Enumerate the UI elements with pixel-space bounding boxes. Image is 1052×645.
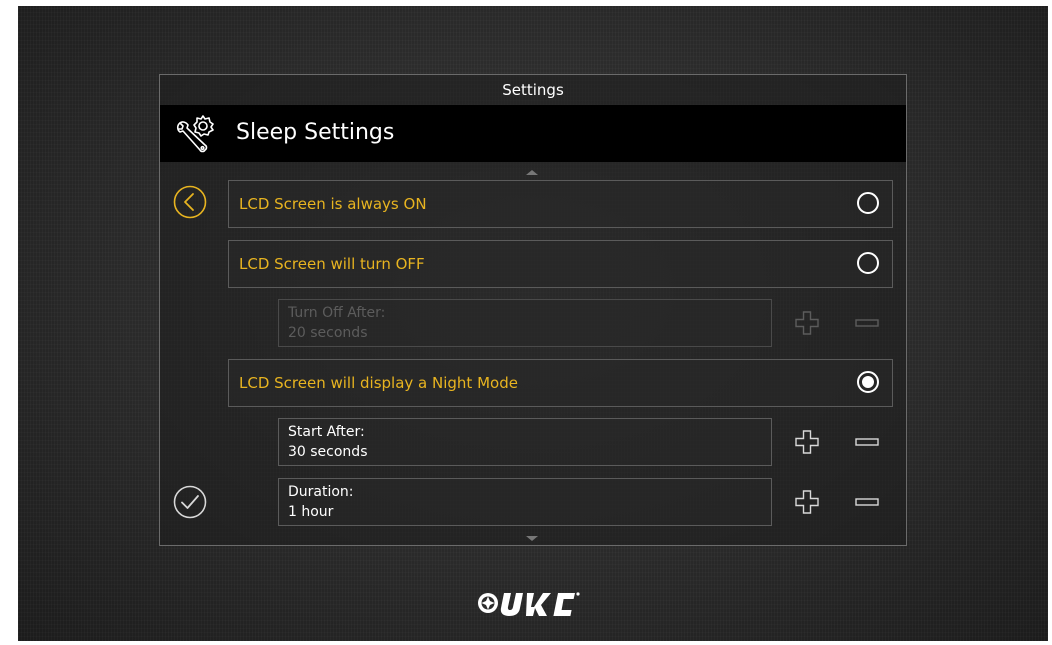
option-always-on[interactable]: LCD Screen is always ON <box>228 180 893 228</box>
start-after-minus-button[interactable] <box>854 429 880 455</box>
device-screen: Settings Sleep Settings LCD Screen is al… <box>18 6 1048 641</box>
start-after-plus-button[interactable] <box>794 429 820 455</box>
field-value: 20 seconds <box>288 325 368 341</box>
wrench-gear-icon <box>176 115 214 153</box>
option-turn-off[interactable]: LCD Screen will turn OFF <box>228 240 893 288</box>
back-button[interactable] <box>173 185 207 219</box>
scroll-down-arrow-icon[interactable] <box>526 536 538 541</box>
duration-plus-button[interactable] <box>794 489 820 515</box>
checkmark-icon <box>181 495 199 509</box>
confirm-button[interactable] <box>173 485 207 519</box>
urc-logo <box>478 592 580 616</box>
turn-off-minus-button <box>855 319 879 327</box>
turn-off-after-field: Turn Off After: 20 seconds <box>278 299 772 347</box>
field-value: 30 seconds <box>288 444 368 460</box>
radio-always-on[interactable] <box>857 192 879 214</box>
field-label: Duration: <box>288 484 354 500</box>
radio-turn-off[interactable] <box>857 252 879 274</box>
page-header: Sleep Settings <box>160 105 906 162</box>
duration-field: Duration: 1 hour <box>278 478 772 526</box>
option-label: LCD Screen is always ON <box>239 195 427 213</box>
page-title: Sleep Settings <box>236 120 395 145</box>
option-night-mode[interactable]: LCD Screen will display a Night Mode <box>228 359 893 407</box>
field-label: Start After: <box>288 424 365 440</box>
window-title: Settings <box>502 81 564 99</box>
scroll-up-arrow-icon[interactable] <box>526 170 538 175</box>
settings-panel: Settings Sleep Settings LCD Screen is al… <box>159 74 907 546</box>
field-value: 1 hour <box>288 504 334 520</box>
option-label: LCD Screen will display a Night Mode <box>239 374 518 392</box>
field-label: Turn Off After: <box>288 305 386 321</box>
start-after-field: Start After: 30 seconds <box>278 418 772 466</box>
option-label: LCD Screen will turn OFF <box>239 255 425 273</box>
chevron-left-icon <box>184 193 194 211</box>
duration-minus-button[interactable] <box>854 489 880 515</box>
turn-off-plus-button <box>795 311 819 335</box>
radio-night-mode[interactable] <box>857 371 879 393</box>
